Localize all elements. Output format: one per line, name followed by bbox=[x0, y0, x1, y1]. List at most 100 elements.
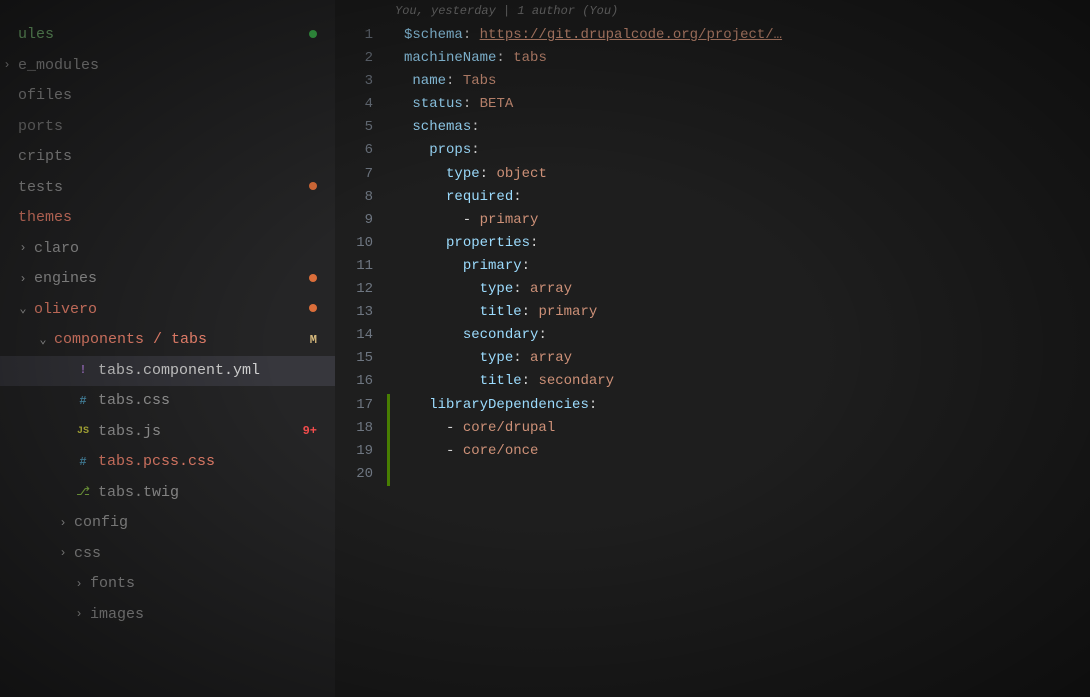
line-number: 6 bbox=[335, 139, 373, 162]
chevron-right-icon[interactable]: › bbox=[56, 512, 70, 535]
code-content[interactable]: $schema: https://git.drupalcode.org/proj… bbox=[390, 24, 1090, 697]
git-blame-annotation: You, yesterday | 1 author (You) bbox=[335, 0, 1090, 24]
chevron-right-icon[interactable]: › bbox=[0, 54, 14, 77]
tree-item-label: cripts bbox=[18, 143, 72, 172]
git-status-badge: 9+ bbox=[303, 420, 325, 443]
file-item[interactable]: ! tabs.component.yml bbox=[0, 356, 335, 387]
file-item[interactable]: ules bbox=[0, 20, 335, 51]
line-number: 1 bbox=[335, 24, 373, 47]
tree-item-label: tabs.css bbox=[98, 387, 170, 416]
tree-item-label: components / tabs bbox=[54, 326, 207, 355]
line-number: 4 bbox=[335, 93, 373, 116]
tree-item-label: css bbox=[74, 540, 101, 569]
line-number: 14 bbox=[335, 324, 373, 347]
workspace: ules›e_modules ofiles ports cripts tests… bbox=[0, 0, 1090, 697]
file-explorer[interactable]: ules›e_modules ofiles ports cripts tests… bbox=[0, 0, 335, 697]
file-item[interactable]: ⎇tabs.twig bbox=[0, 478, 335, 509]
code-line[interactable]: machineName: tabs bbox=[404, 47, 1090, 70]
file-item[interactable]: ofiles bbox=[0, 81, 335, 112]
git-status-badge: M bbox=[310, 329, 325, 352]
file-type-icon: ! bbox=[74, 359, 92, 382]
code-line[interactable]: libraryDependencies: bbox=[404, 394, 1090, 417]
line-number: 16 bbox=[335, 370, 373, 393]
folder-item[interactable]: ›claro bbox=[0, 234, 335, 265]
line-number: 15 bbox=[335, 347, 373, 370]
line-number: 19 bbox=[335, 440, 373, 463]
code-line[interactable]: required: bbox=[404, 186, 1090, 209]
file-item[interactable]: #tabs.pcss.css bbox=[0, 447, 335, 478]
git-status-dot bbox=[309, 298, 325, 321]
file-item[interactable]: themes bbox=[0, 203, 335, 234]
line-number: 5 bbox=[335, 116, 373, 139]
git-added-indicator bbox=[387, 394, 390, 486]
tree-item-label: themes bbox=[18, 204, 72, 233]
tree-item-label: olivero bbox=[34, 296, 97, 325]
line-number: 20 bbox=[335, 463, 373, 486]
tree-item-label: fonts bbox=[90, 570, 135, 599]
line-number: 2 bbox=[335, 47, 373, 70]
tree-item-label: tabs.component.yml bbox=[98, 357, 260, 386]
folder-item[interactable]: ›fonts bbox=[0, 569, 335, 600]
git-status-dot bbox=[309, 176, 325, 199]
chevron-down-icon[interactable]: ⌄ bbox=[36, 329, 50, 352]
code-line[interactable]: type: array bbox=[404, 347, 1090, 370]
file-item[interactable]: JStabs.js9+ bbox=[0, 417, 335, 448]
file-type-icon: # bbox=[74, 390, 92, 413]
chevron-down-icon[interactable]: ⌄ bbox=[16, 298, 30, 321]
file-item[interactable]: tests bbox=[0, 173, 335, 204]
tree-item-label: engines bbox=[34, 265, 97, 294]
chevron-right-icon[interactable]: › bbox=[16, 237, 30, 260]
code-line[interactable]: name: Tabs bbox=[404, 70, 1090, 93]
git-status-dot bbox=[309, 24, 325, 47]
folder-item[interactable]: ›engines bbox=[0, 264, 335, 295]
file-type-icon: JS bbox=[74, 422, 92, 441]
folder-item[interactable]: ⌄components / tabs M bbox=[0, 325, 335, 356]
code-line[interactable]: title: secondary bbox=[404, 370, 1090, 393]
tree-item-label: claro bbox=[34, 235, 79, 264]
git-status-dot bbox=[309, 268, 325, 291]
chevron-right-icon[interactable]: › bbox=[72, 603, 86, 626]
tree-item-label: ofiles bbox=[18, 82, 72, 111]
code-line[interactable]: type: array bbox=[404, 278, 1090, 301]
line-number: 3 bbox=[335, 70, 373, 93]
code-line[interactable]: properties: bbox=[404, 232, 1090, 255]
tree-item-label: images bbox=[90, 601, 144, 630]
code-line[interactable]: title: primary bbox=[404, 301, 1090, 324]
code-line[interactable]: $schema: https://git.drupalcode.org/proj… bbox=[404, 24, 1090, 47]
tree-item-label: e_modules bbox=[18, 52, 99, 81]
line-number: 11 bbox=[335, 255, 373, 278]
file-item[interactable]: # tabs.css bbox=[0, 386, 335, 417]
line-number: 10 bbox=[335, 232, 373, 255]
line-number: 12 bbox=[335, 278, 373, 301]
tree-item-label: tabs.twig bbox=[98, 479, 179, 508]
line-number: 7 bbox=[335, 163, 373, 186]
file-item[interactable]: ports bbox=[0, 112, 335, 143]
code-line[interactable]: - primary bbox=[404, 209, 1090, 232]
code-line[interactable] bbox=[404, 463, 1090, 486]
folder-item[interactable]: ›e_modules bbox=[0, 51, 335, 82]
code-line[interactable]: type: object bbox=[404, 163, 1090, 186]
line-number-gutter: 1234567891011121314151617181920 bbox=[335, 24, 387, 697]
tree-item-label: tabs.pcss.css bbox=[98, 448, 215, 477]
chevron-right-icon[interactable]: › bbox=[16, 268, 30, 291]
code-line[interactable]: primary: bbox=[404, 255, 1090, 278]
line-number: 9 bbox=[335, 209, 373, 232]
tree-item-label: tests bbox=[18, 174, 63, 203]
folder-item[interactable]: ›config bbox=[0, 508, 335, 539]
folder-item[interactable]: ›css bbox=[0, 539, 335, 570]
code-line[interactable]: status: BETA bbox=[404, 93, 1090, 116]
line-number: 8 bbox=[335, 186, 373, 209]
tree-item-label: ports bbox=[18, 113, 63, 142]
file-item[interactable]: cripts bbox=[0, 142, 335, 173]
tree-item-label: config bbox=[74, 509, 128, 538]
code-line[interactable]: - core/once bbox=[404, 440, 1090, 463]
code-line[interactable]: secondary: bbox=[404, 324, 1090, 347]
code-editor[interactable]: You, yesterday | 1 author (You) 12345678… bbox=[335, 0, 1090, 697]
code-line[interactable]: props: bbox=[404, 139, 1090, 162]
folder-item[interactable]: ⌄olivero bbox=[0, 295, 335, 326]
folder-item[interactable]: ›images bbox=[0, 600, 335, 631]
chevron-right-icon[interactable]: › bbox=[72, 573, 86, 596]
code-line[interactable]: schemas: bbox=[404, 116, 1090, 139]
chevron-right-icon[interactable]: › bbox=[56, 542, 70, 565]
code-line[interactable]: - core/drupal bbox=[404, 417, 1090, 440]
